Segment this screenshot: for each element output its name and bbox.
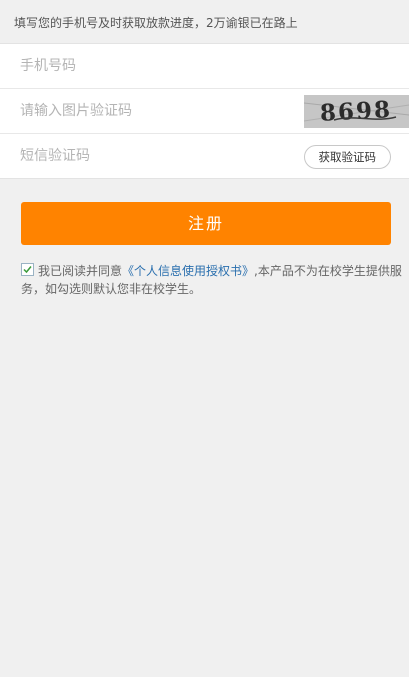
phone-input[interactable] xyxy=(0,43,409,89)
agreement-prefix: 我已阅读并同意 xyxy=(38,264,123,278)
get-code-button[interactable]: 获取验证码 xyxy=(303,145,391,169)
check-icon xyxy=(23,266,32,274)
sms-row: 获取验证码 xyxy=(0,133,409,179)
authorization-link[interactable]: 《个人信息使用授权书》 xyxy=(122,264,254,278)
captcha-image[interactable]: 8698 xyxy=(304,95,409,128)
register-button[interactable]: 注册 xyxy=(21,202,391,245)
captcha-text: 8698 xyxy=(319,96,392,127)
agreement-checkbox[interactable] xyxy=(21,263,34,276)
registration-form: 8698 获取验证码 xyxy=(0,43,409,179)
agreement: 我已阅读并同意《个人信息使用授权书》,本产品不为在校学生提供服务，如勾选则默认您… xyxy=(21,262,407,298)
phone-row xyxy=(0,43,409,89)
notice-banner: 填写您的手机号及时获取放款进度，2万谕银已在路上 xyxy=(0,0,409,43)
captcha-row: 8698 xyxy=(0,88,409,134)
